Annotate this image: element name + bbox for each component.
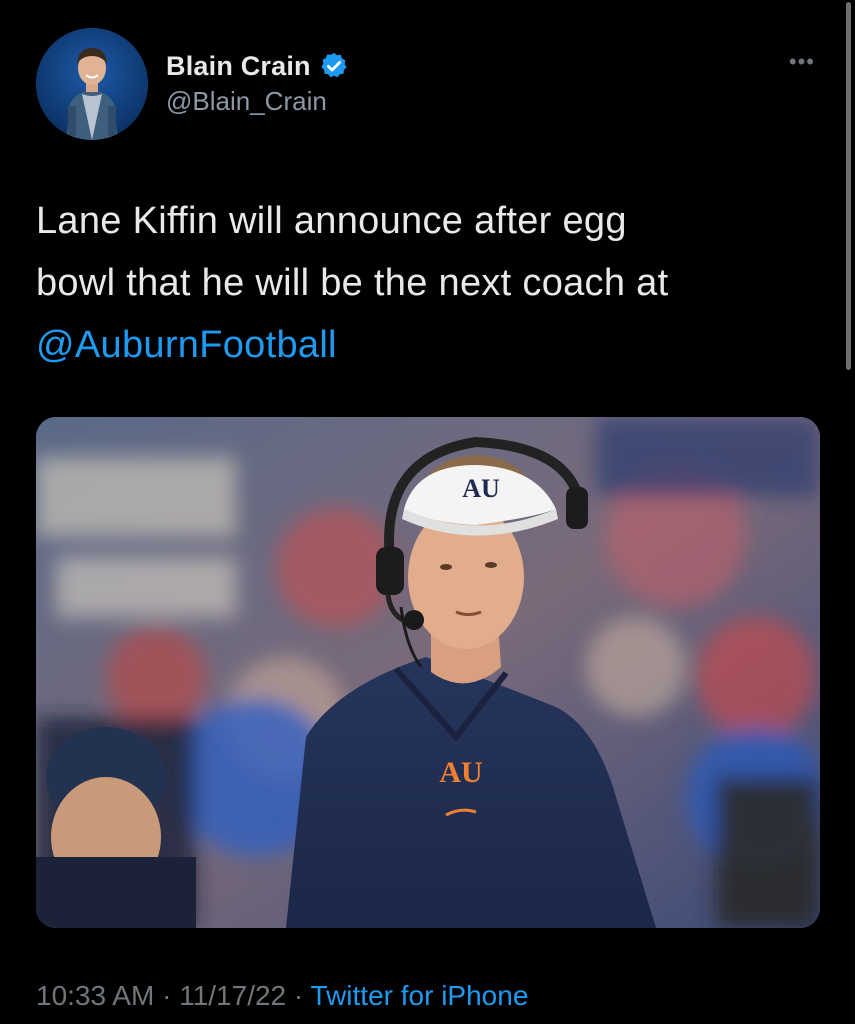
meta-separator: · (154, 980, 180, 1011)
author-name-row[interactable]: Blain Crain (166, 46, 349, 86)
tweet-meta: 10:33 AM · 11/17/22 · Twitter for iPhone (36, 980, 528, 1012)
author-handle[interactable]: @Blain_Crain (166, 86, 327, 117)
scrollbar[interactable] (846, 2, 851, 370)
author-display-name[interactable]: Blain Crain (166, 51, 311, 82)
meta-separator: · (286, 980, 311, 1011)
tweet-media-photo[interactable]: AU AU (36, 417, 820, 928)
mention-link[interactable]: @AuburnFootball (36, 314, 826, 376)
tweet-date[interactable]: 11/17/22 (179, 980, 286, 1011)
tweet-time[interactable]: 10:33 AM (36, 980, 154, 1011)
tweet-source-link[interactable]: Twitter for iPhone (311, 980, 529, 1011)
svg-text:AU: AU (462, 474, 500, 503)
avatar[interactable] (36, 28, 148, 140)
verified-badge-icon (319, 51, 349, 81)
tweet-text: Lane Kiffin will announce after egg bowl… (36, 190, 826, 376)
svg-text:AU: AU (439, 756, 482, 789)
tweet-text-line-2: bowl that he will be the next coach at (36, 262, 669, 304)
more-options-icon[interactable]: ••• (789, 51, 815, 73)
tweet-text-line-1: Lane Kiffin will announce after egg (36, 200, 627, 242)
